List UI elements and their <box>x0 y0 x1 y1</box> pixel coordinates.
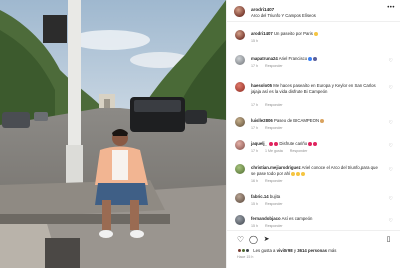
laughing-emoji-icon <box>296 171 301 176</box>
post-actions-bar: ♡ ◯ ➤ ▯ Les gusta a vivi0r98 y 3614 pers… <box>227 230 400 268</box>
caption-time: 15 h <box>251 39 258 43</box>
comment-time: 17 h <box>251 149 258 153</box>
likes-count[interactable]: 3614 personas <box>297 248 327 253</box>
caption-text: Un paseito por Paris <box>273 31 313 36</box>
comment-time: 15 h <box>251 224 258 228</box>
comment-meta: 17 h 1 Me gusta Responder <box>251 149 313 153</box>
reply-link[interactable]: Responder <box>265 224 283 228</box>
comments-list: arodri1407 Un paseito por Paris 15 h map… <box>227 22 400 230</box>
flexed-arm-emoji-icon <box>320 118 325 123</box>
smile-emoji-icon <box>313 31 318 36</box>
reply-link[interactable]: Responder <box>265 179 283 183</box>
comment-avatar[interactable] <box>235 164 245 174</box>
post-photo[interactable] <box>0 0 226 268</box>
post-sidebar: arodri1407 Arco del Triunfo Y Campos Elí… <box>226 0 400 268</box>
comment-meta: 15 h Responder <box>251 202 289 206</box>
laughing-emoji-icon <box>291 171 296 176</box>
reply-link[interactable]: Responder <box>265 64 283 68</box>
likes-prefix: Les gusta a <box>253 248 276 253</box>
comment-like-heart-icon[interactable]: ♡ <box>389 120 393 126</box>
comment-username[interactable]: fabric.14 <box>251 194 269 199</box>
comment-meta: 15 h Responder <box>251 224 289 228</box>
comment-username[interactable]: mapatruna24 <box>251 56 278 61</box>
post-location[interactable]: Arco del Triunfo Y Campos Elíseos <box>251 13 316 18</box>
comment-meta: 17 h Responder <box>251 103 289 107</box>
send-icon[interactable]: ➤ <box>262 235 271 244</box>
post-header: arodri1407 Arco del Triunfo Y Campos Elí… <box>227 0 400 22</box>
author-avatar[interactable] <box>234 6 245 17</box>
reply-link[interactable]: Responder <box>265 202 283 206</box>
comment-meta: 16 h Responder <box>251 179 289 183</box>
comment-username[interactable]: luislle2806 <box>251 118 273 123</box>
comment-text-block: haesolo05 Me haces paseaíto en Europa y … <box>251 83 383 95</box>
liker-avatar <box>245 248 250 253</box>
reply-link[interactable]: Responder <box>290 149 308 153</box>
red-heart-emoji-icon <box>308 141 313 146</box>
author-username[interactable]: arodri1407 <box>251 7 274 12</box>
likes-user[interactable]: vivi0r98 <box>277 248 293 253</box>
comment-text: Ariel Francisco <box>278 56 308 61</box>
likes-middle: y <box>293 248 296 253</box>
comment-meta: 17 h Responder <box>251 64 289 68</box>
caption-text-block: arodri1407 Un paseito por Paris <box>251 31 383 37</box>
likes-suffix: más <box>328 248 337 253</box>
shield-emoji-icon <box>313 56 318 61</box>
comment-username[interactable]: fernandobjaco <box>251 216 281 221</box>
comment-avatar[interactable] <box>235 82 245 92</box>
likes-summary[interactable]: Les gusta a vivi0r98 y 3614 personas más <box>237 248 336 253</box>
comment-avatar[interactable] <box>235 215 245 225</box>
blue-heart-emoji-icon <box>308 56 313 61</box>
post-date: Hace 15 h <box>237 255 254 259</box>
comment-username[interactable]: haesolo05 <box>251 83 272 88</box>
comment-avatar[interactable] <box>235 55 245 65</box>
comment-text: Disfrute cariño <box>279 141 308 146</box>
comment-username[interactable]: christian.mejiarodriguez <box>251 165 301 170</box>
reply-link[interactable]: Responder <box>265 126 283 130</box>
laughing-emoji-icon <box>301 171 306 176</box>
red-heart-emoji-icon <box>269 141 274 146</box>
comment-like-heart-icon[interactable]: ♡ <box>389 143 393 149</box>
comment-text: Paseo de BICAMPEON <box>273 118 320 123</box>
comment-like-heart-icon[interactable]: ♡ <box>389 196 393 202</box>
comment-like-heart-icon[interactable]: ♡ <box>389 167 393 173</box>
comment-username[interactable]: jaquelj_ <box>251 141 267 146</box>
comment-like-heart-icon[interactable]: ♡ <box>389 58 393 64</box>
comment-avatar[interactable] <box>235 193 245 203</box>
post-photo-scene <box>0 0 226 268</box>
red-heart-emoji-icon <box>313 141 318 146</box>
red-heart-emoji-icon <box>274 141 279 146</box>
comment-time: 17 h <box>251 64 258 68</box>
caption-avatar[interactable] <box>235 30 245 40</box>
comment-like-heart-icon[interactable]: ♡ <box>389 85 393 91</box>
reply-link[interactable]: Responder <box>265 103 283 107</box>
comment-likes[interactable]: 1 Me gusta <box>265 149 283 153</box>
comment-avatar[interactable] <box>235 117 245 127</box>
heart-icon[interactable]: ♡ <box>236 235 245 244</box>
comment-text-block: fernandobjaco Así es campeón <box>251 216 383 222</box>
comment-text-block: christian.mejiarodriguez Ariel conoce el… <box>251 165 383 177</box>
comment-time: 17 h <box>251 103 258 107</box>
comment-meta: 17 h Responder <box>251 126 289 130</box>
comment-avatar[interactable] <box>235 140 245 150</box>
comment-text-block: luislle2806 Paseo de BICAMPEON <box>251 118 383 124</box>
comment-text: Así es campeón <box>281 216 313 221</box>
comment-text-block: fabric.14 bujita <box>251 194 383 200</box>
comment-text: bujita <box>269 194 281 199</box>
instagram-post-view: arodri1407 Arco del Triunfo Y Campos Elí… <box>0 0 400 268</box>
comment-text-block: jaquelj_ Disfrute cariño <box>251 141 383 147</box>
comment-time: 15 h <box>251 202 258 206</box>
comment-time: 16 h <box>251 179 258 183</box>
comment-icon[interactable]: ◯ <box>249 235 258 244</box>
bookmark-icon[interactable]: ▯ <box>384 235 393 244</box>
comment-time: 17 h <box>251 126 258 130</box>
comment-like-heart-icon[interactable]: ♡ <box>389 218 393 224</box>
caption-username[interactable]: arodri1407 <box>251 31 273 36</box>
ellipsis-icon[interactable]: ••• <box>387 5 395 11</box>
caption-meta: 15 h <box>251 39 264 43</box>
comment-text-block: mapatruna24 Ariel Francisco <box>251 56 383 62</box>
